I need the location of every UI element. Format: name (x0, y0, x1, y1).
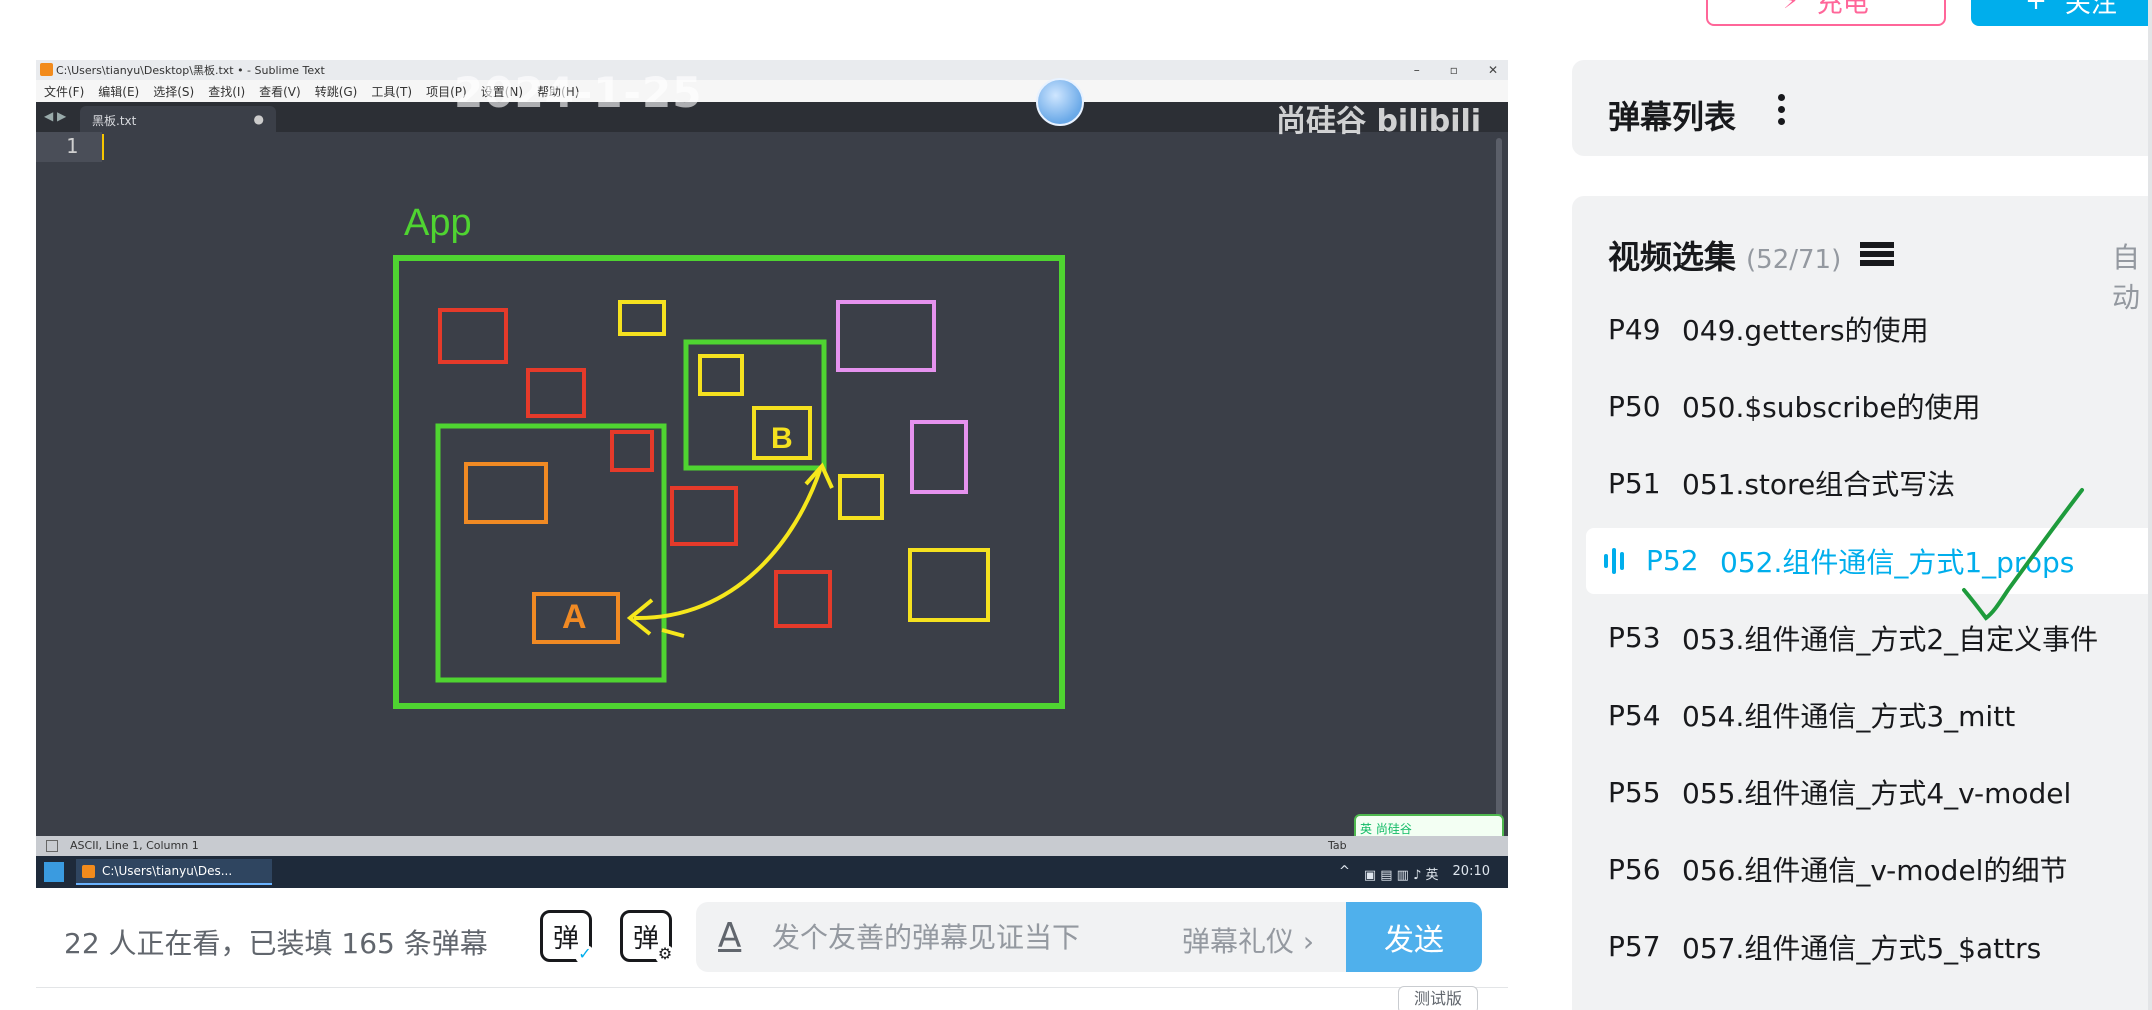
taskbar-time: 20:10 (1452, 864, 1490, 879)
charge-button[interactable]: ⚡ 充电 (1706, 0, 1946, 26)
red-box (438, 308, 508, 364)
episode-header: 视频选集 (52/71) (1608, 232, 1841, 278)
app-label: App (404, 202, 472, 244)
episode-title-text: 057.组件通信_方式5_$attrs (1682, 931, 2042, 965)
yellow-box (618, 300, 666, 336)
episode-title-text: 051.store组合式写法 (1682, 468, 1956, 502)
danmaku-list-panel[interactable]: 弹幕列表 (1572, 60, 2152, 156)
episode-title-text: 049.getters的使用 (1682, 314, 1929, 347)
danmaku-bar: 22 人正在看，已装填 165 条弹幕 弹 ✓ 弹 ⚙ A 弹幕礼仪 › 发送 (36, 888, 1508, 988)
panel-toggle-icon (46, 840, 58, 852)
tray-up-icon: ^ (1338, 864, 1350, 879)
playing-wave-icon (1604, 547, 1644, 574)
plus-icon: + (2025, 0, 2047, 16)
os-taskbar: C:\Users\tianyu\Des... ^ ▣ ▤ ▥ ♪ 英 20:10 (36, 856, 1508, 888)
windows-start-icon (44, 862, 64, 882)
episode-title-text: 054.组件通信_方式3_mitt (1682, 700, 2016, 733)
app-box (393, 255, 1065, 709)
danmaku-toggle-button[interactable]: 弹 ✓ (540, 910, 595, 965)
episode-count: (52/71) (1746, 245, 1842, 275)
danmaku-list-title: 弹幕列表 (1608, 98, 1737, 136)
episode-number: P50 (1608, 389, 1661, 423)
episode-item[interactable]: P51 051.store组合式写法 (1572, 450, 2152, 516)
yellow-box (698, 354, 744, 396)
episode-title-text: 052.组件通信_方式1_props (1720, 545, 2075, 579)
episode-number: P52 (1646, 544, 1699, 578)
pink-box (910, 420, 968, 494)
more-options-icon[interactable] (1778, 94, 1786, 130)
status-text: ASCII, Line 1, Column 1 (70, 839, 199, 852)
taskbar-task-label: C:\Users\tianyu\Des... (102, 864, 233, 878)
check-icon: ✓ (575, 945, 595, 965)
orange-box (464, 462, 548, 524)
test-version-badge[interactable]: 测试版 (1398, 986, 1478, 1010)
episode-title-text: 050.$subscribe的使用 (1682, 391, 1981, 425)
episode-number: P53 (1608, 621, 1661, 655)
danmaku-icon: 弹 (552, 923, 579, 954)
episode-title-text: 053.组件通信_方式2_自定义事件 (1682, 622, 2099, 656)
viewer-count-text: 22 人正在看，已装填 165 条弹幕 (64, 927, 488, 960)
danmaku-settings-button[interactable]: 弹 ⚙ (620, 910, 675, 965)
follow-label: 关注 (2064, 0, 2117, 19)
pink-box (836, 300, 936, 372)
episode-number: P54 (1608, 698, 1661, 732)
system-tray: ^ ▣ ▤ ▥ ♪ 英 20:10 (1339, 864, 1490, 883)
episode-item[interactable]: P57 057.组件通信_方式5_$attrs (1572, 914, 2152, 980)
episode-number: P57 (1608, 930, 1661, 964)
lightning-icon: ⚡ (1783, 0, 1799, 14)
episode-item[interactable]: P54 054.组件通信_方式3_mitt (1572, 682, 2152, 748)
episode-title-text: 056.组件通信_v-model的细节 (1682, 854, 2068, 888)
list-view-icon[interactable] (1860, 242, 1894, 270)
episode-number: P56 (1608, 852, 1661, 886)
episode-item[interactable]: P55 055.组件通信_方式4_v-model (1572, 759, 2152, 825)
episode-item[interactable]: P56 056.组件通信_v-model的细节 (1572, 836, 2152, 902)
b-label: B (771, 422, 793, 455)
tray-icons: ▣ ▤ ▥ ♪ 英 (1363, 868, 1439, 883)
send-button[interactable]: 发送 (1346, 902, 1482, 972)
taskbar-task: C:\Users\tianyu\Des... (76, 859, 272, 885)
danmaku-settings-icon: 弹 (632, 923, 659, 954)
episode-number: P51 (1608, 466, 1661, 500)
red-box (670, 486, 738, 546)
red-box (610, 430, 654, 472)
episode-title-text: 055.组件通信_方式4_v-model (1682, 777, 2072, 811)
ime-label: 英 尚硅谷 (1360, 822, 1412, 836)
episode-item[interactable]: P50 050.$subscribe的使用 (1572, 373, 2152, 439)
status-right: Tab (1328, 839, 1347, 852)
episode-item[interactable]: P49 049.getters的使用 (1572, 296, 2152, 362)
episode-item[interactable]: P52 052.组件通信_方式1_props (1586, 527, 2152, 594)
red-box (526, 368, 586, 418)
sublime-icon (82, 865, 95, 878)
red-box (774, 570, 832, 628)
blackboard-drawing: App A B (393, 202, 1065, 709)
charge-label: 充电 (1816, 0, 1869, 19)
yellow-box (838, 474, 884, 520)
video-player[interactable]: C:\Users\tianyu\Desktop\黑板.txt • - Subli… (36, 60, 1508, 888)
episode-number: P49 (1608, 312, 1661, 346)
font-style-icon[interactable]: A (718, 916, 741, 956)
episode-title: 视频选集 (1608, 238, 1737, 276)
yellow-box (908, 548, 990, 622)
danmaku-input[interactable] (772, 916, 1152, 958)
danmaku-input-box: A 弹幕礼仪 › (696, 902, 1382, 972)
editor-status-bar: ASCII, Line 1, Column 1 Tab (36, 836, 1508, 856)
a-label: A (562, 598, 587, 636)
danmaku-etiquette-link[interactable]: 弹幕礼仪 › (1182, 920, 1314, 960)
episode-number: P55 (1608, 775, 1661, 809)
follow-button[interactable]: + 关注 (1971, 0, 2152, 26)
gear-icon: ⚙ (655, 945, 675, 965)
episode-item[interactable]: P53 053.组件通信_方式2_自定义事件 (1572, 605, 2152, 671)
episode-panel: 视频选集 (52/71) 自动 P49 049.getters的使用 P50 050.… (1572, 196, 2152, 1010)
page-edge-divider (2148, 0, 2152, 1010)
